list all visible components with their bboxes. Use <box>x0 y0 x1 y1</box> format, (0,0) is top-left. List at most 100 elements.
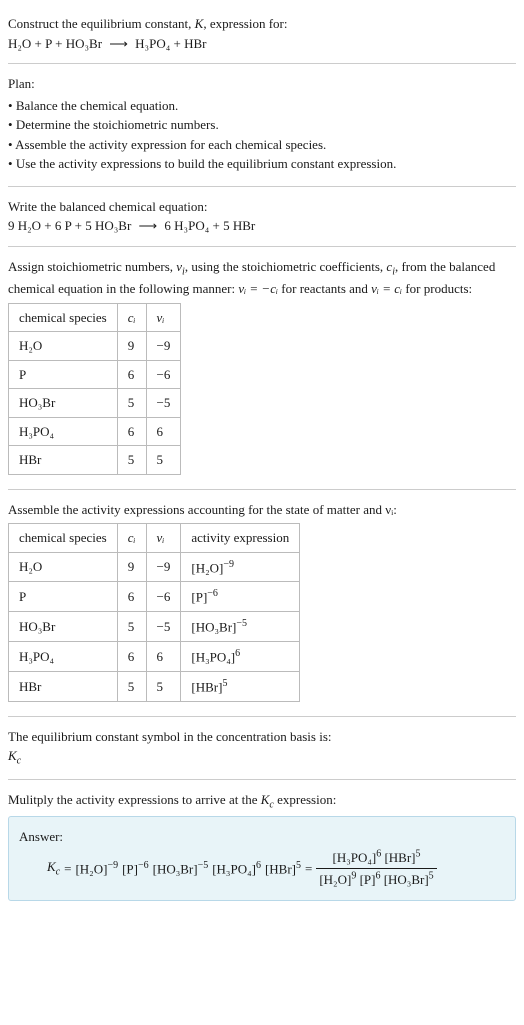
table-header-row: chemical species cᵢ νᵢ <box>9 303 181 332</box>
cell: HO₃Br <box>9 389 118 418</box>
balanced-section: Write the balanced chemical equation: 9 … <box>8 191 516 242</box>
balanced-left: 9 H₂O + 6 P + 5 HO₃Br <box>8 218 131 233</box>
table-row: P6−6[P]−6 <box>9 582 300 612</box>
cell: −9 <box>146 332 181 361</box>
table-row: HBr55[HBr]5 <box>9 671 300 701</box>
cell: H₂O <box>9 332 118 361</box>
fraction: [H₃PO₄]6 [HBr]5 [H₂O]9 [P]6 [HO₃Br]5 <box>316 847 436 890</box>
cell: 5 <box>117 446 146 475</box>
cell: P <box>9 582 118 612</box>
activity-table: chemical species cᵢ νᵢ activity expressi… <box>8 523 300 702</box>
activity-title: Assemble the activity expressions accoun… <box>8 502 397 517</box>
stoich-eq1: νᵢ = −cᵢ <box>238 281 278 296</box>
cell: −9 <box>146 552 181 582</box>
cell: 6 <box>146 642 181 672</box>
answer-expression: Kc = [H₂O]−9 [P]−6 [HO₃Br]−5 [H₃PO₄]6 [H… <box>19 847 505 890</box>
symbol-section: The equilibrium constant symbol in the c… <box>8 721 516 775</box>
table-row: H₃PO₄66 <box>9 417 181 446</box>
cell: −5 <box>146 612 181 642</box>
plan-item: Balance the chemical equation. <box>8 96 516 116</box>
table-row: P6−6 <box>9 360 181 389</box>
cell: [HBr]5 <box>181 671 300 701</box>
col-header: cᵢ <box>117 303 146 332</box>
plan-item: Assemble the activity expression for eac… <box>8 135 516 155</box>
kc-symbol: Kc <box>8 748 21 763</box>
cell: −5 <box>146 389 181 418</box>
header-text-b: , expression for: <box>203 16 287 31</box>
cell: 9 <box>117 552 146 582</box>
cell: −6 <box>146 360 181 389</box>
cell: 5 <box>146 446 181 475</box>
divider <box>8 63 516 64</box>
stoich-table: chemical species cᵢ νᵢ H₂O9−9 P6−6 HO₃Br… <box>8 303 181 475</box>
stoich-text: , using the stoichiometric coefficients, <box>185 259 387 274</box>
cell: H₃PO₄ <box>9 417 118 446</box>
cell: [H₂O]−9 <box>181 552 300 582</box>
table-row: H₂O9−9[H₂O]−9 <box>9 552 300 582</box>
arrow-icon: ⟶ <box>139 218 158 233</box>
stoich-section: Assign stoichiometric numbers, νi, using… <box>8 251 516 485</box>
stoich-text: Assign stoichiometric numbers, <box>8 259 176 274</box>
cell: 6 <box>117 642 146 672</box>
col-header: νᵢ <box>146 524 181 553</box>
cell: H₃PO₄ <box>9 642 118 672</box>
cell: HBr <box>9 671 118 701</box>
divider <box>8 716 516 717</box>
table-row: HBr55 <box>9 446 181 475</box>
header-text: Construct the equilibrium constant, <box>8 16 195 31</box>
cell: HO₃Br <box>9 612 118 642</box>
divider <box>8 246 516 247</box>
col-header: νᵢ <box>146 303 181 332</box>
cell: [HO₃Br]−5 <box>181 612 300 642</box>
multiply-section: Mulitply the activity expressions to arr… <box>8 784 516 907</box>
multiply-text: Mulitply the activity expressions to arr… <box>8 792 261 807</box>
stoich-text: for reactants and <box>278 281 371 296</box>
activity-section: Assemble the activity expressions accoun… <box>8 494 516 712</box>
cell: −6 <box>146 582 181 612</box>
cell: 5 <box>146 671 181 701</box>
answer-label: Answer: <box>19 827 505 847</box>
divider <box>8 489 516 490</box>
col-header: chemical species <box>9 524 118 553</box>
reaction-left: H₂O + P + HO₃Br <box>8 36 102 51</box>
cell: 6 <box>117 417 146 446</box>
cell: 6 <box>117 360 146 389</box>
table-header-row: chemical species cᵢ νᵢ activity expressi… <box>9 524 300 553</box>
plan-item: Use the activity expressions to build th… <box>8 154 516 174</box>
table-row: HO₃Br5−5[HO₃Br]−5 <box>9 612 300 642</box>
cell: 5 <box>117 389 146 418</box>
cell: H₂O <box>9 552 118 582</box>
divider <box>8 186 516 187</box>
reaction-right: H₃PO₄ + HBr <box>135 36 206 51</box>
cell: 9 <box>117 332 146 361</box>
col-header: cᵢ <box>117 524 146 553</box>
cell: [P]−6 <box>181 582 300 612</box>
col-header: activity expression <box>181 524 300 553</box>
cell: 5 <box>117 612 146 642</box>
cell: HBr <box>9 446 118 475</box>
table-row: H₂O9−9 <box>9 332 181 361</box>
symbol-text: The equilibrium constant symbol in the c… <box>8 729 332 744</box>
cell: P <box>9 360 118 389</box>
plan-item: Determine the stoichiometric numbers. <box>8 115 516 135</box>
balanced-right: 6 H₃PO₄ + 5 HBr <box>164 218 255 233</box>
plan-title: Plan: <box>8 76 35 91</box>
table-row: HO₃Br5−5 <box>9 389 181 418</box>
cell: 6 <box>117 582 146 612</box>
col-header: chemical species <box>9 303 118 332</box>
table-row: H₃PO₄66[H₃PO₄]6 <box>9 642 300 672</box>
balanced-title: Write the balanced chemical equation: <box>8 199 207 214</box>
cell: [H₃PO₄]6 <box>181 642 300 672</box>
stoich-eq2: νᵢ = cᵢ <box>371 281 402 296</box>
answer-box: Answer: Kc = [H₂O]−9 [P]−6 [HO₃Br]−5 [H₃… <box>8 816 516 900</box>
stoich-text: for products: <box>402 281 472 296</box>
cell: 5 <box>117 671 146 701</box>
c-symbol: ci <box>386 259 395 274</box>
cell: 6 <box>146 417 181 446</box>
kc-symbol: Kc <box>261 792 274 807</box>
multiply-text: expression: <box>274 792 336 807</box>
nu-symbol: νi <box>176 259 185 274</box>
arrow-icon: ⟶ <box>109 36 128 51</box>
header-section: Construct the equilibrium constant, K, e… <box>8 8 516 59</box>
plan-section: Plan: Balance the chemical equation. Det… <box>8 68 516 182</box>
